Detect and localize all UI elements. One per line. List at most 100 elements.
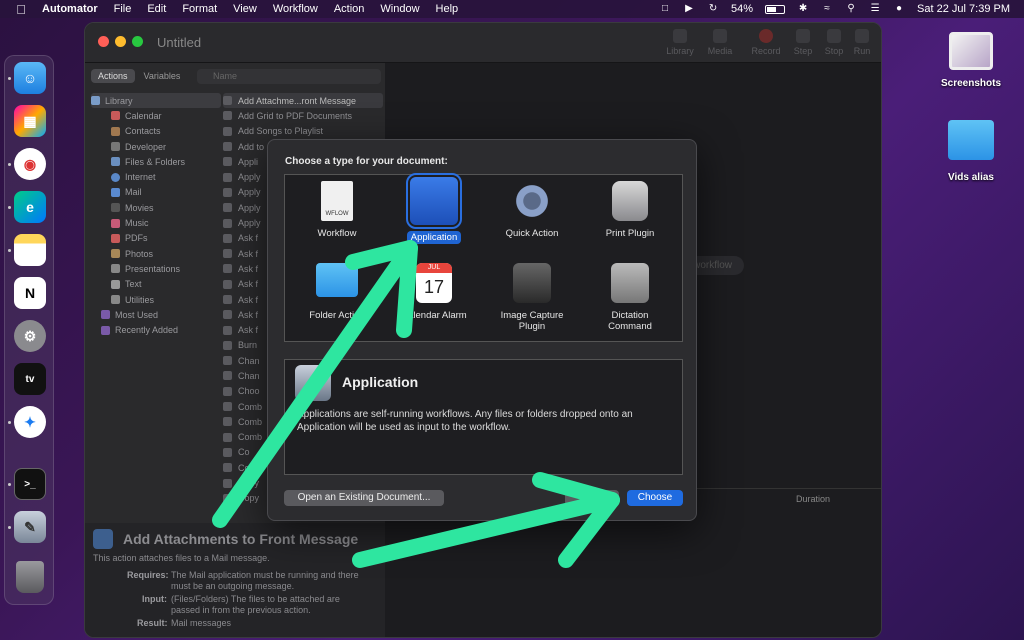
type-dictation-command[interactable]: Dictation Command (582, 263, 678, 333)
library-item[interactable]: Utilities (91, 292, 221, 307)
menu-file[interactable]: File (114, 3, 132, 15)
minimize-window-icon[interactable] (115, 36, 126, 47)
action-icon (223, 310, 232, 320)
system-settings-icon[interactable]: ⚙ (14, 320, 46, 352)
presentations-icon (111, 264, 120, 274)
library-item[interactable]: Contacts (91, 124, 221, 139)
menu-format[interactable]: Format (182, 3, 217, 15)
title-bar: Untitled Library Media Record Step Stop … (85, 23, 881, 63)
log-duration-column[interactable]: Duration (796, 494, 830, 504)
menu-workflow[interactable]: Workflow (273, 3, 318, 15)
action-icon (223, 157, 232, 167)
automator-icon[interactable]: ✎ (14, 511, 46, 543)
folder-icon (316, 263, 358, 297)
action-item[interactable]: Add Songs to Playlist (223, 124, 383, 139)
tab-variables[interactable]: Variables (137, 69, 188, 83)
action-item[interactable]: Add Grid to PDF Documents (223, 108, 383, 123)
library-item[interactable]: Mail (91, 185, 221, 200)
menu-view[interactable]: View (233, 3, 257, 15)
action-icon (223, 264, 232, 274)
close-window-icon[interactable] (98, 36, 109, 47)
desktop-icon-screenshots[interactable]: Screenshots (931, 32, 1011, 89)
menu-app-name[interactable]: Automator (42, 3, 98, 15)
action-search-input[interactable]: Name (197, 69, 381, 84)
close-button[interactable]: Close (565, 490, 619, 506)
menu-edit[interactable]: Edit (147, 3, 166, 15)
apple-tv-icon[interactable]: tv (14, 363, 46, 395)
type-workflow[interactable]: WFLOW Workflow (289, 181, 385, 240)
tab-actions[interactable]: Actions (91, 69, 135, 83)
menu-clock[interactable]: Sat 22 Jul 7:39 PM (917, 3, 1010, 15)
toolbar-media-button[interactable]: Media (703, 29, 737, 56)
open-existing-document-button[interactable]: Open an Existing Document... (284, 490, 444, 506)
document-type-grid: WFLOW Workflow Application Quick Action … (284, 173, 683, 342)
notes-icon[interactable] (14, 234, 46, 266)
developer-icon (111, 142, 120, 152)
action-icon (223, 126, 232, 136)
status-app-icon[interactable]: □ (659, 3, 671, 15)
choose-button[interactable]: Choose (627, 490, 683, 506)
library-item[interactable]: Files & Folders (91, 154, 221, 169)
camera-filmstrip-icon (513, 263, 551, 303)
menu-action[interactable]: Action (334, 3, 365, 15)
menu-bar:  Automator File Edit Format View Workfl… (0, 0, 1024, 18)
requires-value-continued: must be an outgoing message. (171, 581, 295, 591)
wifi-icon[interactable]: ≈ (821, 3, 833, 15)
bluetooth-icon[interactable]: ✱ (797, 3, 809, 15)
action-icon (223, 142, 232, 152)
library-item[interactable]: Calendar (91, 108, 221, 123)
launchpad-icon[interactable]: ▦ (14, 105, 46, 137)
chrome-icon[interactable]: ◉ (14, 148, 46, 180)
toolbar-library-button[interactable]: Library (663, 29, 697, 56)
action-description-title: Add Attachments to Front Message (93, 529, 358, 549)
type-application[interactable]: Application (386, 173, 482, 244)
edge-icon[interactable]: e (14, 191, 46, 223)
notion-icon[interactable]: N (14, 277, 46, 309)
library-icon (673, 29, 687, 43)
battery-icon[interactable] (765, 4, 786, 14)
apple-menu-icon[interactable]:  (14, 2, 28, 17)
smart-folder-icon (101, 310, 110, 320)
siri-icon[interactable]: ● (893, 3, 905, 15)
type-quick-action[interactable]: Quick Action (484, 181, 580, 240)
library-item[interactable]: Presentations (91, 261, 221, 276)
action-item[interactable]: Add Attachme...ront Message (223, 93, 383, 109)
library-item[interactable]: PDFs (91, 231, 221, 246)
library-item[interactable]: Developer (91, 139, 221, 154)
library-item[interactable]: Library (91, 93, 221, 109)
library-item[interactable]: Music (91, 215, 221, 230)
library-item[interactable]: Internet (91, 169, 221, 184)
desktop-icon-vids-alias[interactable]: Vids alias (931, 120, 1011, 183)
mail-attachment-icon (93, 529, 113, 549)
action-icon (223, 402, 232, 412)
safari-icon[interactable]: ✦ (14, 406, 46, 438)
library-item[interactable]: Photos (91, 246, 221, 261)
type-image-capture-plugin[interactable]: Image Capture Plugin (484, 263, 580, 333)
control-center-icon[interactable]: ☰ (869, 3, 881, 15)
library-item[interactable]: Text (91, 277, 221, 292)
spotlight-search-icon[interactable]: ⚲ (845, 3, 857, 15)
action-icon (223, 233, 232, 243)
terminal-icon[interactable]: >_ (14, 468, 46, 500)
toolbar-run-button[interactable]: Run (845, 29, 879, 56)
internet-icon (111, 172, 120, 182)
type-calendar-alarm[interactable]: JUL 17 Calendar Alarm (386, 263, 482, 322)
type-folder-action[interactable]: Folder Action (289, 263, 385, 322)
menu-window[interactable]: Window (380, 3, 419, 15)
toolbar-record-button[interactable]: Record (749, 29, 783, 56)
menu-help[interactable]: Help (436, 3, 459, 15)
action-description-pane: Add Attachments to Front Message This ac… (85, 523, 385, 637)
toolbar-step-button[interactable]: Step (786, 29, 820, 56)
sync-icon[interactable]: ↻ (707, 3, 719, 15)
zoom-window-icon[interactable] (132, 36, 143, 47)
library-item[interactable]: Most Used (91, 307, 221, 322)
library-item[interactable]: Movies (91, 200, 221, 215)
run-icon (855, 29, 869, 43)
play-icon[interactable]: ▶ (683, 3, 695, 15)
library-item[interactable]: Recently Added (91, 322, 221, 337)
type-print-plugin[interactable]: Print Plugin (582, 181, 678, 240)
dock-running-dot (8, 421, 11, 424)
trash-icon[interactable] (16, 561, 44, 593)
finder-icon[interactable]: ☺ (14, 62, 46, 94)
printer-icon (612, 181, 648, 221)
